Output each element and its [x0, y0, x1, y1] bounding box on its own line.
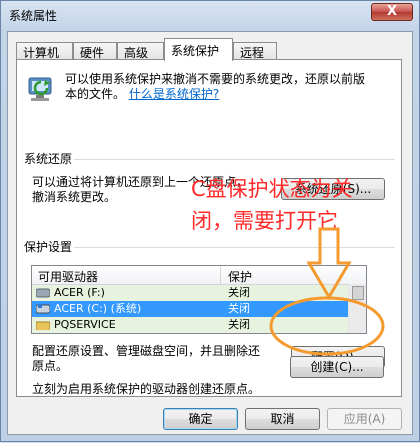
system-properties-window: 系统属性 X 计算机名 硬件 高级 系统保护 远程 可以使用系统保护来撤消不需要… — [0, 0, 420, 442]
tab-system-protection[interactable]: 系统保护 — [164, 38, 233, 61]
annotation-overlay — [269, 227, 385, 356]
down-arrow-icon — [306, 227, 352, 300]
highlight-ellipse — [269, 296, 385, 356]
